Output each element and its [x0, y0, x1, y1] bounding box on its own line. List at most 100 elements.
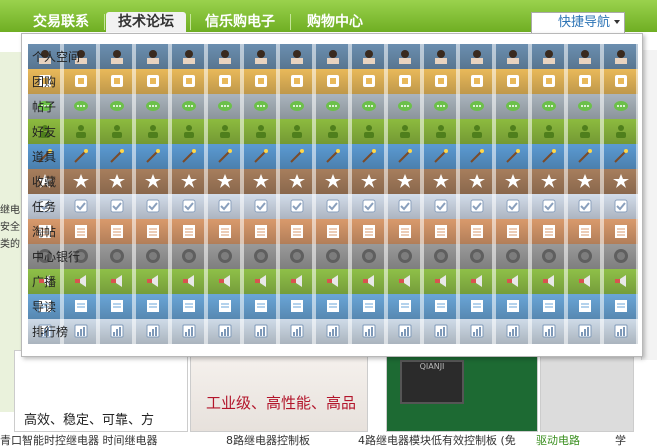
- avatar-icon: [576, 48, 594, 64]
- quick-nav-item[interactable]: 好友: [28, 119, 638, 144]
- quick-nav-item[interactable]: 道具: [28, 144, 638, 169]
- quick-nav-item[interactable]: 广播: [28, 269, 638, 294]
- magic-wand-icon: [576, 148, 594, 164]
- icon-tile: [460, 44, 496, 69]
- icon-tile: [172, 169, 208, 194]
- quick-nav-item[interactable]: 排行榜: [28, 319, 638, 344]
- icon-tile: [280, 144, 316, 169]
- icon-tile: [604, 194, 638, 219]
- icon-tile: [568, 119, 604, 144]
- avatar-icon: [432, 48, 450, 64]
- magic-wand-icon: [108, 148, 126, 164]
- friends-icon: [216, 123, 234, 139]
- quick-nav-item-label: 广播: [32, 275, 57, 289]
- icon-tile: [64, 119, 100, 144]
- icon-tile: [208, 119, 244, 144]
- ranking-icon: [360, 323, 378, 339]
- icon-tile: [244, 44, 280, 69]
- icon-tile: [460, 144, 496, 169]
- icon-tile: [136, 69, 172, 94]
- quick-nav-item[interactable]: 中心银行: [28, 244, 638, 269]
- icon-tile: [532, 294, 568, 319]
- icon-tile: [316, 219, 352, 244]
- task-icon: [108, 198, 126, 214]
- friends-icon: [144, 123, 162, 139]
- icon-tile: [388, 44, 424, 69]
- friends-icon: [504, 123, 522, 139]
- task-icon: [216, 198, 234, 214]
- collection-icon: [324, 223, 342, 239]
- avatar-icon: [216, 48, 234, 64]
- group-buy-icon: [288, 73, 306, 89]
- broadcast-icon: [432, 273, 450, 289]
- icon-tile: [316, 144, 352, 169]
- quick-nav-item-label: 淘帖: [32, 225, 57, 239]
- collection-icon: [612, 223, 630, 239]
- icon-tile: [244, 94, 280, 119]
- group-buy-icon: [324, 73, 342, 89]
- icon-tile: [208, 69, 244, 94]
- tab-xinlegou-electronics[interactable]: 信乐购电子: [196, 12, 284, 32]
- icon-tile: [172, 194, 208, 219]
- icon-tile: [568, 244, 604, 269]
- icon-tile: [568, 144, 604, 169]
- quick-nav-item[interactable]: 团购: [28, 69, 638, 94]
- left-sidebar-text: 继电 安全 类的: [0, 205, 20, 250]
- magic-wand-icon: [612, 148, 630, 164]
- icon-tile: [64, 294, 100, 319]
- magic-wand-icon: [324, 148, 342, 164]
- quick-nav-item[interactable]: 任务: [28, 194, 638, 219]
- post-icon: [144, 98, 162, 114]
- icon-tile: [460, 219, 496, 244]
- icon-tile: [280, 69, 316, 94]
- icon-tile: [424, 94, 460, 119]
- icon-tile: [316, 294, 352, 319]
- icon-tile: [316, 244, 352, 269]
- product-image-module[interactable]: [540, 350, 634, 432]
- magic-wand-icon: [72, 148, 90, 164]
- post-icon: [360, 98, 378, 114]
- star-icon: [360, 173, 378, 189]
- icon-tile: [496, 69, 532, 94]
- tab-shopping-center[interactable]: 购物中心: [296, 12, 374, 32]
- friends-icon: [324, 123, 342, 139]
- icon-tile: [460, 294, 496, 319]
- magic-wand-icon: [252, 148, 270, 164]
- icon-tile: [424, 44, 460, 69]
- quick-nav-item[interactable]: 个人空间: [28, 44, 638, 69]
- tab-tech-forum[interactable]: 技术论坛: [106, 12, 186, 32]
- guide-icon: [144, 298, 162, 314]
- star-icon: [540, 173, 558, 189]
- icon-tile: [64, 269, 100, 294]
- broadcast-icon: [180, 273, 198, 289]
- coin-icon: [396, 248, 414, 264]
- icon-tile: [352, 319, 388, 344]
- icon-tile: [64, 194, 100, 219]
- quick-nav-item[interactable]: 导读: [28, 294, 638, 319]
- tab-trade-contact[interactable]: 交易联系: [22, 12, 100, 32]
- quick-nav-button[interactable]: 快捷导航: [531, 12, 625, 34]
- quick-nav-item[interactable]: 收藏: [28, 169, 638, 194]
- quick-nav-item-label: 团购: [32, 75, 57, 89]
- icon-tile: [316, 94, 352, 119]
- collection-icon: [540, 223, 558, 239]
- guide-icon: [324, 298, 342, 314]
- icon-tile: [568, 319, 604, 344]
- star-icon: [288, 173, 306, 189]
- quick-nav-item[interactable]: 淘帖: [28, 219, 638, 244]
- guide-icon: [540, 298, 558, 314]
- broadcast-icon: [576, 273, 594, 289]
- icon-tile: [532, 169, 568, 194]
- icon-tile: [280, 194, 316, 219]
- icon-tile: [532, 269, 568, 294]
- magic-wand-icon: [504, 148, 522, 164]
- icon-tile: [208, 244, 244, 269]
- broadcast-icon: [252, 273, 270, 289]
- icon-tile: [532, 244, 568, 269]
- quick-nav-item[interactable]: 帖子: [28, 94, 638, 119]
- icon-tile: [172, 144, 208, 169]
- magic-wand-icon: [144, 148, 162, 164]
- product-image-banner[interactable]: [190, 350, 368, 432]
- icon-tile: [604, 144, 638, 169]
- task-icon: [612, 198, 630, 214]
